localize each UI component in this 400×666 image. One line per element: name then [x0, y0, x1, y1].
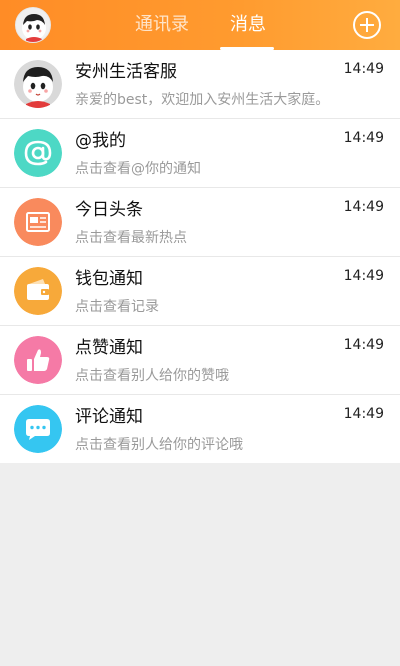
service-avatar-icon	[14, 60, 62, 108]
news-icon	[14, 198, 62, 246]
tab-contacts[interactable]: 通讯录	[133, 12, 191, 38]
item-time: 14:49	[343, 61, 384, 77]
thumbs-up-icon	[14, 336, 62, 384]
empty-area	[0, 463, 400, 663]
item-time: 14:49	[343, 406, 384, 422]
item-subtitle: 点击查看记录	[75, 299, 159, 315]
wallet-icon	[14, 267, 62, 315]
list-item-service[interactable]: 安州生活客服 亲爱的best，欢迎加入安州生活大家庭。 14:49	[0, 50, 400, 119]
item-subtitle: 点击查看@你的通知	[75, 161, 201, 177]
item-title: 评论通知	[75, 407, 143, 427]
list-item-mentions[interactable]: @我的 点击查看@你的通知 14:49	[0, 119, 400, 188]
at-icon	[14, 129, 62, 177]
plus-circle-icon[interactable]	[353, 11, 381, 39]
item-subtitle: 点击查看最新热点	[75, 230, 187, 246]
list-item-likes[interactable]: 点赞通知 点击查看别人给你的赞哦 14:49	[0, 326, 400, 395]
item-title: 今日头条	[75, 200, 143, 220]
tab-messages[interactable]: 消息	[224, 12, 272, 38]
list-item-headlines[interactable]: 今日头条 点击查看最新热点 14:49	[0, 188, 400, 257]
item-time: 14:49	[343, 337, 384, 353]
item-time: 14:49	[343, 130, 384, 146]
item-title: 点赞通知	[75, 338, 143, 358]
item-subtitle: 点击查看别人给你的评论哦	[75, 437, 243, 453]
list-item-wallet[interactable]: 钱包通知 点击查看记录 14:49	[0, 257, 400, 326]
item-title: @我的	[75, 131, 126, 151]
item-time: 14:49	[343, 199, 384, 215]
item-title: 钱包通知	[75, 269, 143, 289]
tab-bar: 通讯录 消息	[0, 0, 400, 50]
message-list: 安州生活客服 亲爱的best，欢迎加入安州生活大家庭。 14:49 @我的 点击…	[0, 50, 400, 463]
item-subtitle: 点击查看别人给你的赞哦	[75, 368, 229, 384]
list-item-comments[interactable]: 评论通知 点击查看别人给你的评论哦 14:49	[0, 395, 400, 463]
top-bar: 通讯录 消息	[0, 0, 400, 50]
app: 通讯录 消息 安州生活客服 亲爱的best，欢迎加入安州生活大家庭。 14:49…	[0, 0, 400, 666]
item-subtitle: 亲爱的best，欢迎加入安州生活大家庭。	[75, 92, 330, 108]
item-title: 安州生活客服	[75, 62, 177, 82]
item-time: 14:49	[343, 268, 384, 284]
comment-icon	[14, 405, 62, 453]
